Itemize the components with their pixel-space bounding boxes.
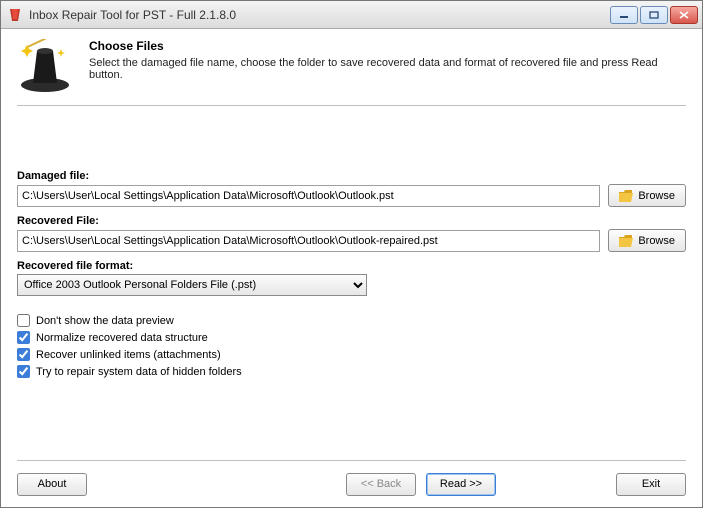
recovered-file-group: Recovered File: Browse <box>17 215 686 252</box>
recovered-file-input[interactable] <box>17 230 600 252</box>
minimize-icon <box>619 11 629 19</box>
damaged-file-group: Damaged file: Browse <box>17 170 686 207</box>
wizard-header: Choose Files Select the damaged file nam… <box>17 39 686 105</box>
close-button[interactable] <box>670 6 698 24</box>
page-description: Select the damaged file name, choose the… <box>89 57 686 81</box>
normalize-checkbox[interactable] <box>17 331 30 344</box>
app-icon <box>7 7 23 23</box>
app-window: Inbox Repair Tool for PST - Full 2.1.8.0 <box>0 0 703 508</box>
window-controls <box>610 6 698 24</box>
minimize-button[interactable] <box>610 6 638 24</box>
about-button[interactable]: About <box>17 473 87 496</box>
normalize-label: Normalize recovered data structure <box>36 332 208 344</box>
option-normalize[interactable]: Normalize recovered data structure <box>17 331 686 344</box>
footer: About << Back Read >> Exit <box>1 461 702 507</box>
unlinked-checkbox[interactable] <box>17 348 30 361</box>
window-title: Inbox Repair Tool for PST - Full 2.1.8.0 <box>29 8 610 22</box>
folder-icon <box>619 235 633 247</box>
maximize-icon <box>649 11 659 19</box>
unlinked-label: Recover unlinked items (attachments) <box>36 349 221 361</box>
content-area: Choose Files Select the damaged file nam… <box>1 29 702 460</box>
header-text: Choose Files Select the damaged file nam… <box>89 39 686 95</box>
browse-label: Browse <box>638 190 675 202</box>
read-button[interactable]: Read >> <box>426 473 496 496</box>
format-select[interactable]: Office 2003 Outlook Personal Folders Fil… <box>17 274 367 296</box>
divider <box>17 105 686 106</box>
exit-button[interactable]: Exit <box>616 473 686 496</box>
close-icon <box>679 11 689 19</box>
back-button[interactable]: << Back <box>346 473 416 496</box>
preview-checkbox[interactable] <box>17 314 30 327</box>
folder-icon <box>619 190 633 202</box>
maximize-button[interactable] <box>640 6 668 24</box>
titlebar: Inbox Repair Tool for PST - Full 2.1.8.0 <box>1 1 702 29</box>
recovered-browse-button[interactable]: Browse <box>608 229 686 252</box>
hidden-checkbox[interactable] <box>17 365 30 378</box>
nav-buttons: << Back Read >> <box>346 473 496 496</box>
page-title: Choose Files <box>89 39 686 53</box>
option-preview[interactable]: Don't show the data preview <box>17 314 686 327</box>
form-area: Damaged file: Browse Recovered File: Bro… <box>17 110 686 382</box>
browse-label: Browse <box>638 235 675 247</box>
options-group: Don't show the data preview Normalize re… <box>17 314 686 378</box>
wizard-hat-icon <box>17 39 73 95</box>
recovered-file-label: Recovered File: <box>17 215 686 227</box>
format-label: Recovered file format: <box>17 260 686 272</box>
damaged-browse-button[interactable]: Browse <box>608 184 686 207</box>
hidden-label: Try to repair system data of hidden fold… <box>36 366 242 378</box>
option-hidden[interactable]: Try to repair system data of hidden fold… <box>17 365 686 378</box>
preview-label: Don't show the data preview <box>36 315 174 327</box>
damaged-file-input[interactable] <box>17 185 600 207</box>
option-unlinked[interactable]: Recover unlinked items (attachments) <box>17 348 686 361</box>
damaged-file-label: Damaged file: <box>17 170 686 182</box>
format-group: Recovered file format: Office 2003 Outlo… <box>17 260 686 296</box>
